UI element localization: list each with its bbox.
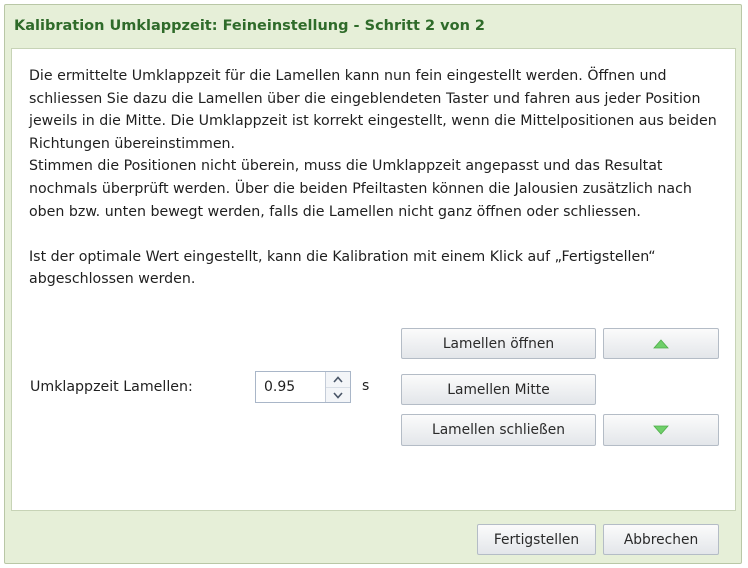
- triangle-down-icon: [653, 425, 669, 435]
- spin-down-button[interactable]: [326, 387, 350, 402]
- triangle-up-icon: [653, 338, 669, 348]
- cancel-button[interactable]: Abbrechen: [603, 524, 719, 555]
- unit-label: s: [362, 378, 370, 394]
- tilt-time-label: Umklappzeit Lamellen:: [30, 379, 193, 395]
- spinner-buttons: [325, 372, 350, 402]
- finish-button[interactable]: Fertigstellen: [477, 524, 596, 555]
- close-slats-button[interactable]: Lamellen schließen: [401, 414, 596, 446]
- middle-slats-button[interactable]: Lamellen Mitte: [401, 374, 596, 405]
- spin-up-button[interactable]: [326, 372, 350, 387]
- chevron-up-icon: [333, 376, 343, 383]
- move-down-button[interactable]: [603, 414, 719, 446]
- description-paragraph-2: Stimmen die Positionen nicht überein, mu…: [29, 158, 692, 220]
- open-slats-button[interactable]: Lamellen öffnen: [401, 328, 596, 359]
- description-paragraph-1: Die ermittelte Umklappzeit für die Lamel…: [29, 68, 717, 152]
- tilt-time-spinner[interactable]: [255, 371, 351, 403]
- description-paragraph-3: Ist der optimale Wert eingestellt, kann …: [29, 248, 656, 288]
- dialog-title: Kalibration Umklappzeit: Feineinstellung…: [14, 18, 486, 34]
- move-up-button[interactable]: [603, 328, 719, 359]
- chevron-down-icon: [333, 391, 343, 399]
- tilt-time-input[interactable]: [256, 372, 326, 402]
- description-text: Die ermittelte Umklappzeit für die Lamel…: [29, 65, 719, 291]
- calibration-dialog: Kalibration Umklappzeit: Feineinstellung…: [4, 4, 742, 564]
- description-paragraph: Die ermittelte Umklappzeit für die Lamel…: [29, 65, 719, 223]
